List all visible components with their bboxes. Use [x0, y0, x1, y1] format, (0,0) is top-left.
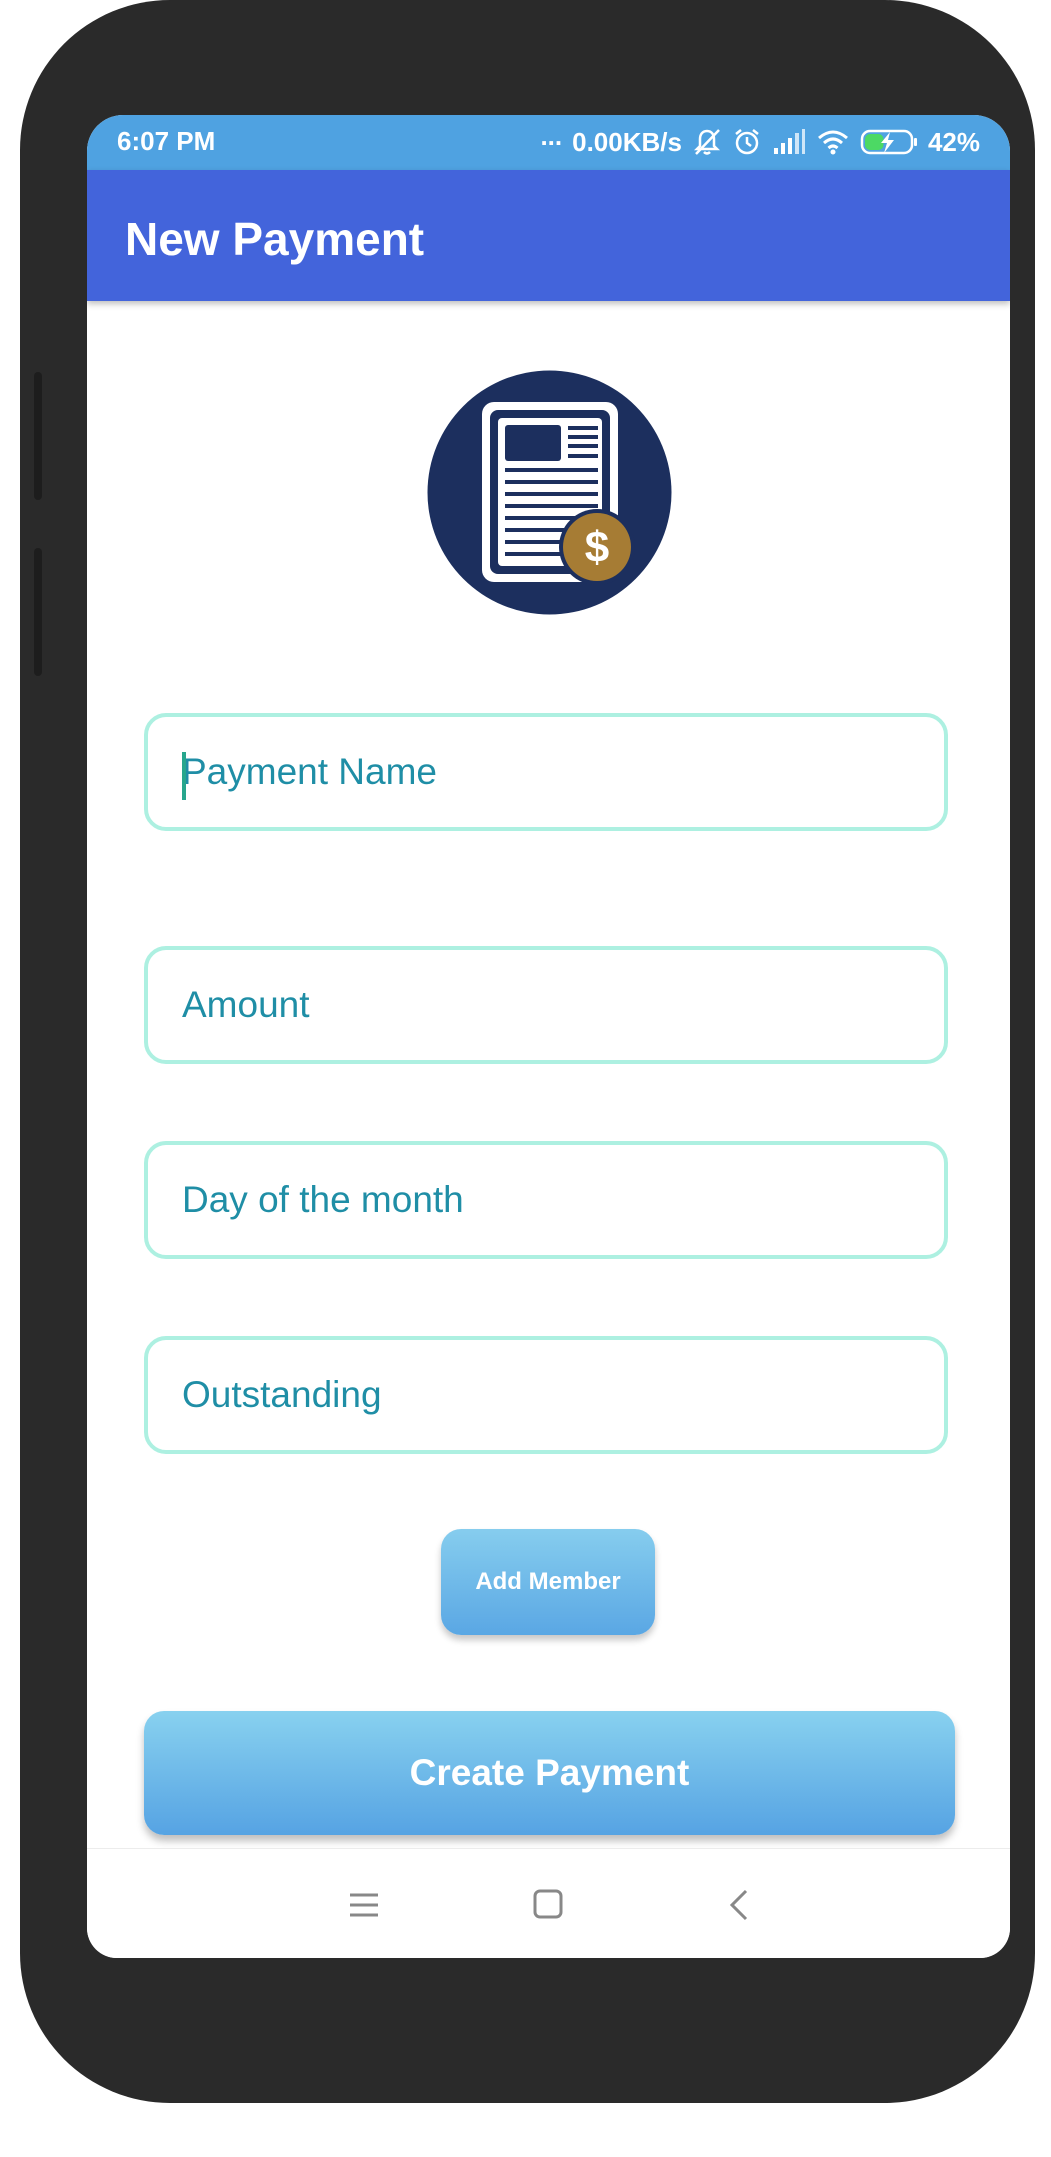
back-icon[interactable] [720, 1887, 760, 1923]
payment-name-input[interactable] [182, 717, 912, 827]
dollar-badge: $ [585, 523, 609, 572]
day-of-month-input[interactable] [182, 1145, 912, 1255]
page-title: New Payment [125, 213, 425, 265]
day-of-month-field[interactable] [144, 1141, 948, 1259]
screen: 6:07 PM ... 0.00KB/s 42% New Payment $ P… [87, 115, 1010, 1958]
menu-icon[interactable] [344, 1887, 384, 1923]
wifi-icon [816, 128, 850, 156]
battery-charging-icon [860, 128, 918, 156]
power-button [34, 548, 42, 676]
app-bar: New Payment [87, 170, 1010, 301]
more-indicator: ... [540, 120, 563, 151]
navigation-bar [87, 1848, 1010, 1958]
network-speed: 0.00KB/s [572, 126, 682, 157]
outstanding-field[interactable] [144, 1336, 948, 1454]
payment-name-field[interactable] [144, 713, 948, 831]
alarm-icon [732, 127, 762, 157]
phone-frame: 6:07 PM ... 0.00KB/s 42% New Payment $ P… [20, 0, 1035, 2103]
status-icons: ... 0.00KB/s 42% [540, 120, 980, 160]
status-time: 6:07 PM [117, 126, 216, 156]
add-member-button[interactable]: Add Member [441, 1529, 655, 1635]
create-payment-button[interactable]: Create Payment [144, 1711, 955, 1835]
payment-document-icon: $ [427, 370, 672, 615]
outstanding-input[interactable] [182, 1340, 912, 1450]
text-cursor [182, 752, 186, 800]
battery-percent: 42% [927, 126, 980, 157]
volume-button [34, 372, 42, 500]
amount-input[interactable] [182, 950, 912, 1060]
signal-icon [772, 128, 806, 156]
status-bar: 6:07 PM ... 0.00KB/s 42% [87, 115, 1010, 170]
mute-icon [692, 127, 722, 157]
amount-field[interactable] [144, 946, 948, 1064]
home-icon[interactable] [528, 1887, 568, 1923]
